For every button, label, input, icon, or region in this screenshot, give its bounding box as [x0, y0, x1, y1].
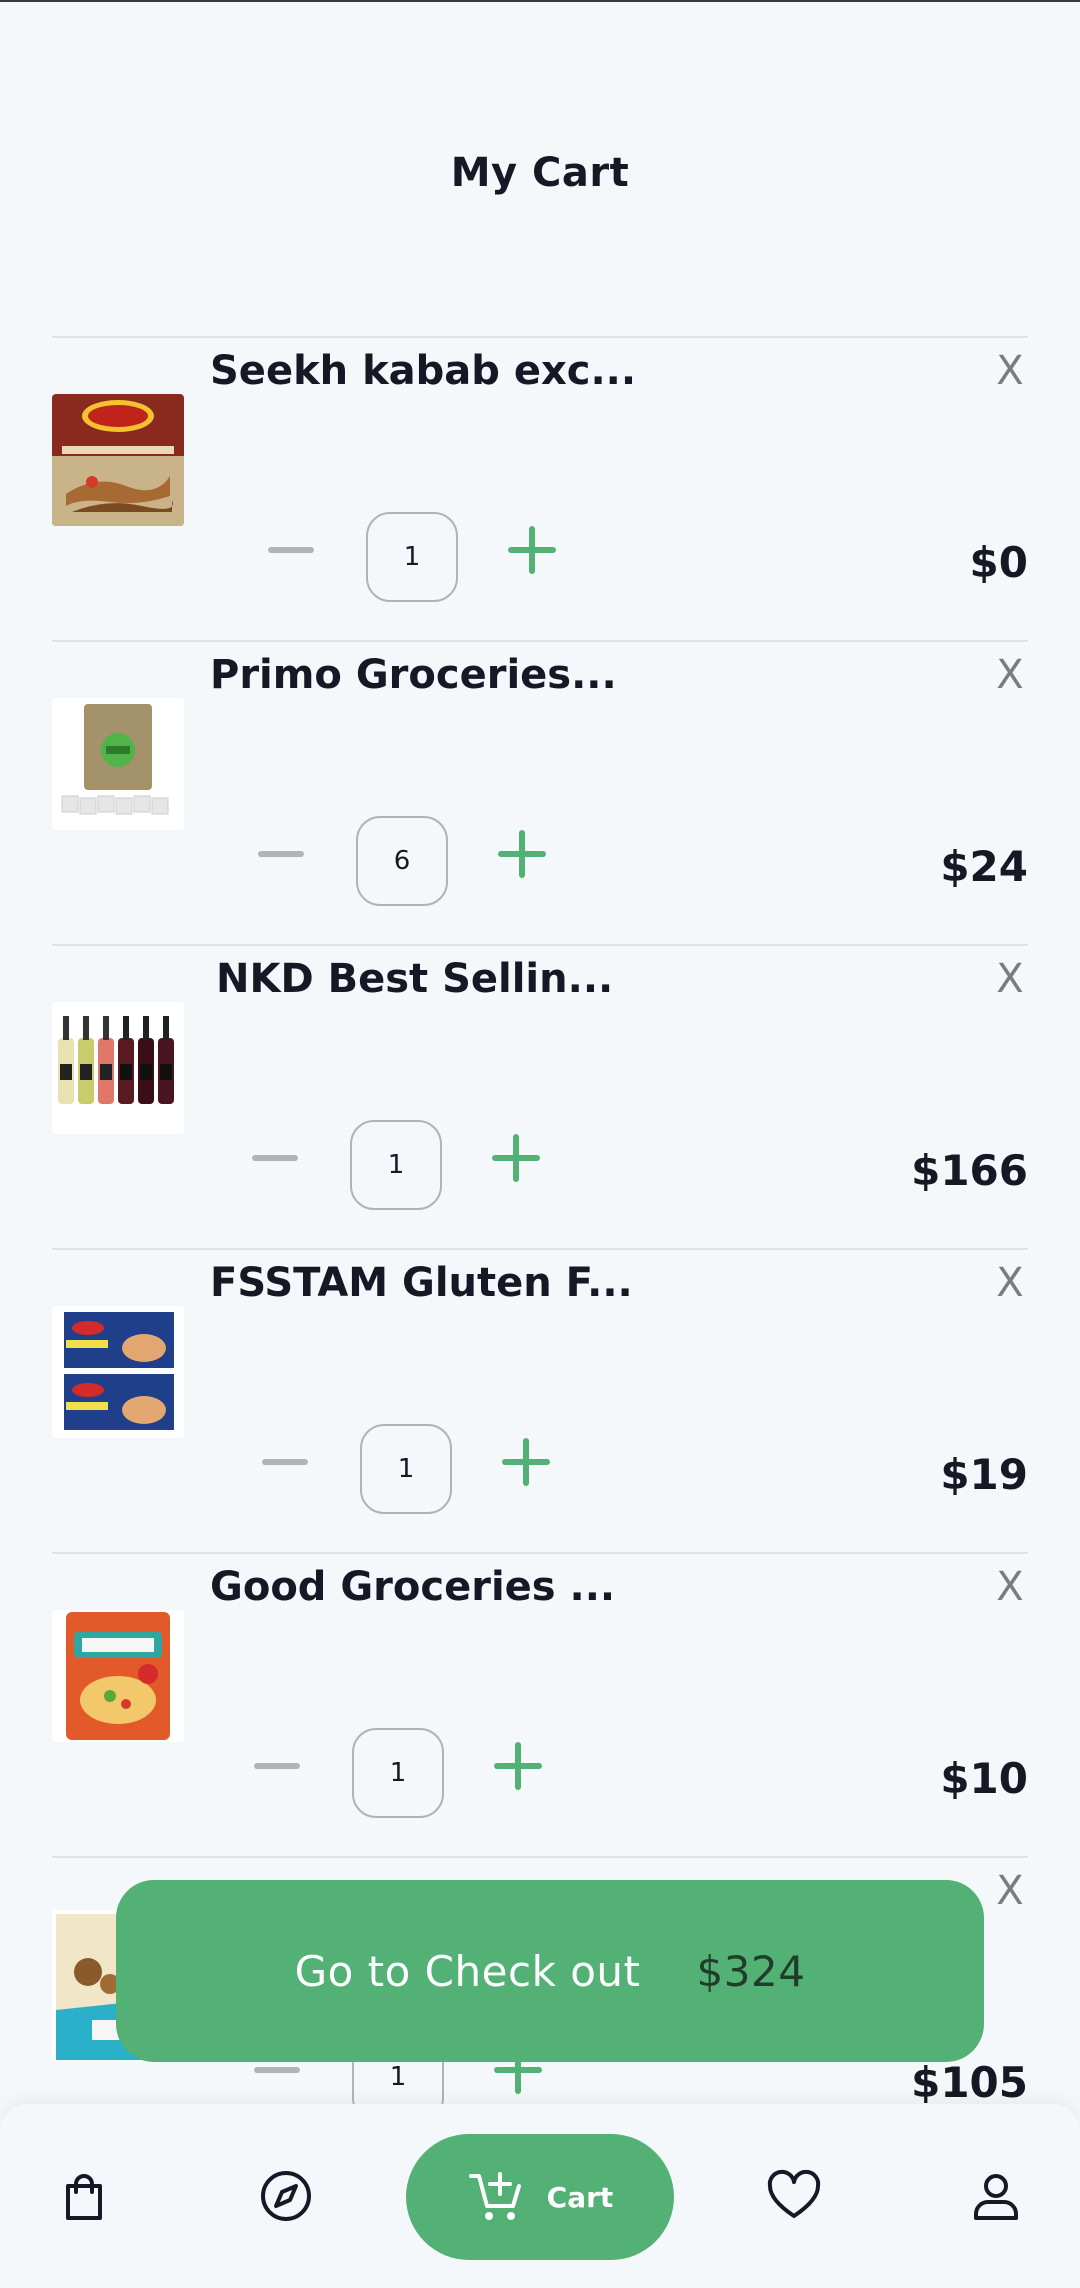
- product-price: $10: [940, 1754, 1028, 1803]
- checkout-label: Go to Check out: [294, 1946, 641, 1996]
- nav-explore[interactable]: [246, 2104, 326, 2288]
- product-image[interactable]: [52, 698, 184, 830]
- cart-list[interactable]: Seekh kabab exc... X 1 $0 Primo Grocerie…: [52, 336, 1028, 2106]
- cart-item: Good Groceries ... X 1 $10: [52, 1552, 1028, 1856]
- increase-quantity-button[interactable]: [500, 518, 564, 582]
- user-icon: [974, 2174, 1018, 2220]
- product-name: Good Groceries ...: [210, 1564, 616, 1610]
- nav-account[interactable]: [956, 2104, 1036, 2288]
- product-name: Seekh kabab exc...: [210, 348, 637, 394]
- remove-item-button[interactable]: X: [992, 652, 1028, 698]
- heart-icon: [767, 2169, 821, 2218]
- product-image[interactable]: [52, 1002, 184, 1134]
- remove-item-button[interactable]: X: [992, 1564, 1028, 1610]
- product-price: $166: [911, 1146, 1028, 1195]
- quantity-value: 1: [352, 1728, 444, 1818]
- quantity-value: 6: [356, 816, 448, 906]
- product-name: FSSTAM Gluten F...: [210, 1260, 633, 1306]
- product-price: $24: [940, 842, 1028, 891]
- cart-item: Seekh kabab exc... X 1 $0: [52, 336, 1028, 640]
- product-price: $19: [940, 1450, 1028, 1499]
- remove-item-button[interactable]: X: [992, 1260, 1028, 1306]
- nav-cart-label: Cart: [546, 2180, 614, 2214]
- bottom-nav: Cart: [0, 2104, 1080, 2288]
- checkout-button[interactable]: Go to Check out $324: [116, 1880, 984, 2062]
- product-price: $0: [969, 538, 1028, 587]
- cart-item: FSSTAM Gluten F... X 1 $19: [52, 1248, 1028, 1552]
- tea-pouch-image: [52, 698, 184, 830]
- quinoa-bag-image: [52, 1610, 184, 1742]
- decrease-quantity-button[interactable]: [248, 822, 312, 886]
- nav-cart[interactable]: Cart: [406, 2134, 674, 2260]
- increase-quantity-button[interactable]: [486, 1734, 550, 1798]
- decrease-quantity-button[interactable]: [242, 1126, 306, 1190]
- remove-item-button[interactable]: X: [992, 1868, 1028, 1914]
- decrease-quantity-button[interactable]: [258, 518, 322, 582]
- product-image[interactable]: [52, 1610, 184, 1742]
- decrease-quantity-button[interactable]: [252, 1430, 316, 1494]
- product-price: $105: [911, 2058, 1028, 2106]
- product-image[interactable]: [52, 1306, 184, 1438]
- wine-bottles-image: [52, 1002, 184, 1134]
- product-image[interactable]: [52, 394, 184, 526]
- status-bar-line: [0, 0, 1080, 2]
- product-name: NKD Best Sellin...: [216, 956, 614, 1002]
- lasagne-boxes-image: [52, 1306, 184, 1438]
- nav-favourites[interactable]: [754, 2104, 834, 2288]
- quantity-value: 1: [366, 512, 458, 602]
- quantity-value: 1: [350, 1120, 442, 1210]
- remove-item-button[interactable]: X: [992, 348, 1028, 394]
- increase-quantity-button[interactable]: [490, 822, 554, 886]
- quantity-value: 1: [360, 1424, 452, 1514]
- page-title: My Cart: [450, 150, 630, 196]
- decrease-quantity-button[interactable]: [244, 1734, 308, 1798]
- shopping-bag-icon: [66, 2174, 102, 2220]
- cart-item: Primo Groceries... X 6 $24: [52, 640, 1028, 944]
- cart-item: NKD Best Sellin... X 1 $166: [52, 944, 1028, 1248]
- seekh-kabab-box-image: [52, 394, 184, 526]
- product-name: Primo Groceries...: [210, 652, 617, 698]
- compass-icon: [261, 2171, 311, 2221]
- cart-add-icon: [468, 2172, 521, 2220]
- checkout-total: $324: [696, 1946, 806, 1996]
- increase-quantity-button[interactable]: [494, 1430, 558, 1494]
- nav-shop[interactable]: [44, 2104, 124, 2288]
- increase-quantity-button[interactable]: [484, 1126, 548, 1190]
- remove-item-button[interactable]: X: [992, 956, 1028, 1002]
